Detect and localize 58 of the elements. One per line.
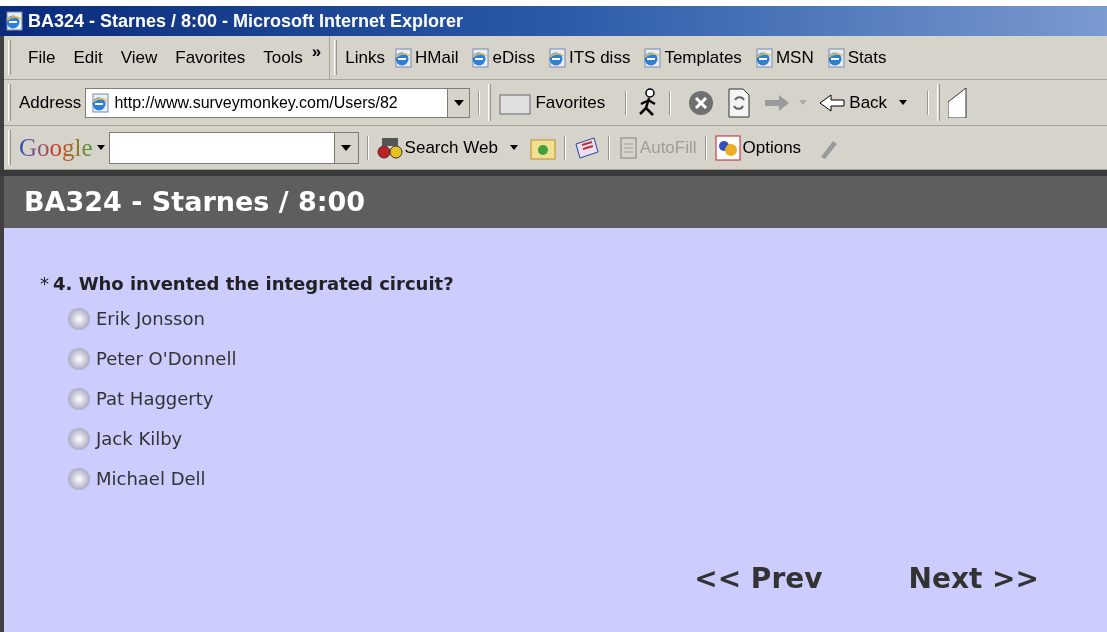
browser-page-icon (470, 47, 491, 68)
chevron-button[interactable]: » (311, 38, 322, 65)
refresh-icon[interactable] (727, 87, 752, 118)
browser-page-icon (393, 47, 413, 68)
options-icon (714, 134, 741, 161)
option-label: Michael Dell (96, 467, 206, 491)
page-title: BA324 - Starnes / 8:00 (24, 184, 366, 219)
dropdown-button[interactable] (447, 88, 470, 117)
stop-icon[interactable] (687, 88, 716, 117)
radio-button[interactable] (68, 387, 90, 410)
link-button[interactable]: ITS diss (547, 44, 631, 71)
browser-page-icon (4, 11, 24, 31)
search-web-button[interactable]: Search Web (376, 134, 498, 161)
radio-button[interactable] (68, 467, 90, 490)
caret-icon (341, 144, 352, 151)
menu-item[interactable]: Edit (64, 44, 112, 71)
browser-page-icon (90, 92, 111, 113)
menu-item[interactable]: File (19, 44, 65, 71)
next-button[interactable]: Next >> (908, 558, 1039, 600)
address-text: http://www.surveymonkey.com/Users/82 (114, 92, 399, 113)
caret-icon[interactable] (509, 145, 518, 150)
option-label: Jack Kilby (96, 427, 183, 451)
menu-item[interactable]: Tools (254, 44, 312, 71)
option-label: Pat Haggerty (96, 387, 214, 411)
options-button[interactable]: Options (714, 134, 802, 161)
search-field[interactable] (108, 131, 359, 164)
link-button[interactable]: MSN (753, 44, 814, 71)
option-label: Peter O'Donnell (96, 347, 237, 371)
link-button[interactable]: Templates (642, 44, 742, 71)
links-label: Links (345, 46, 385, 69)
menu-item[interactable]: View (111, 44, 167, 71)
browser-page-icon (547, 47, 567, 68)
caret-icon[interactable] (899, 100, 908, 105)
menu-item[interactable]: Favorites (166, 44, 255, 71)
link-button[interactable]: HMail (393, 44, 459, 71)
dropdown-button[interactable] (333, 132, 358, 163)
window-title: BA324 - Starnes / 8:00 - Microsoft Internet Explorer (28, 9, 464, 33)
address-field[interactable]: http://www.surveymonkey.com/Users/82 (85, 87, 471, 118)
caret-icon[interactable] (96, 145, 105, 150)
address-label: Address (19, 91, 82, 114)
browser-page-icon (825, 47, 846, 68)
question-text: 4. Who invented the integrated circuit? (53, 272, 454, 296)
caret-icon (453, 99, 464, 106)
link-button[interactable]: Stats (825, 44, 887, 71)
radio-button[interactable] (68, 427, 90, 450)
option-label: Erik Jonsson (96, 307, 205, 331)
link-button[interactable]: eDiss (470, 44, 535, 71)
back-button[interactable]: Back (819, 89, 888, 116)
back-arrow-icon (819, 93, 846, 112)
radio-button[interactable] (68, 347, 90, 370)
favorites-button[interactable]: Favorites (499, 89, 606, 116)
news-icon[interactable] (573, 135, 600, 160)
browser-page-icon (642, 47, 663, 68)
required-mark: * (40, 272, 49, 296)
prev-button[interactable]: << Prev (694, 558, 823, 600)
browser-page-icon (753, 47, 774, 68)
radio-button[interactable] (68, 307, 90, 330)
form-icon (617, 135, 638, 160)
